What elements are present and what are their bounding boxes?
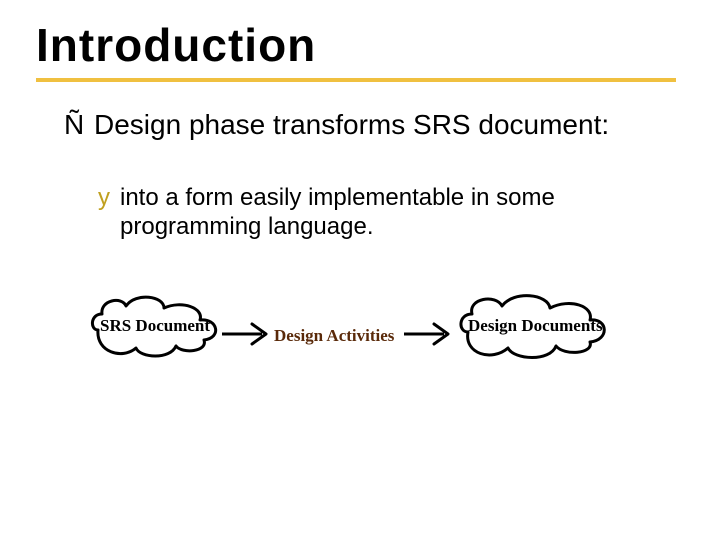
bullet2-text: into a form easily implementable in some… [120,184,658,242]
slide-title: Introduction [36,18,316,72]
cloud-left-label: SRS Document [100,316,210,336]
bullet1-text: Design phase transforms SRS document: [94,108,668,141]
arrow-left-icon [218,314,278,354]
bullet-level-2: y into a form easily implementable in so… [98,184,658,242]
middle-label: Design Activities [274,326,394,346]
bullet-level-1: Ñ Design phase transforms SRS document: [68,108,668,141]
cloud-right-label: Design Documents [468,316,603,336]
title-underline [36,78,676,82]
arrow-right-icon [400,314,460,354]
slide: Introduction Ñ Design phase transforms S… [0,0,720,540]
bullet2-symbol: y [98,184,110,213]
diagram: SRS Document Design Activities Design Do… [86,290,646,370]
bullet1-symbol: Ñ [64,108,84,141]
